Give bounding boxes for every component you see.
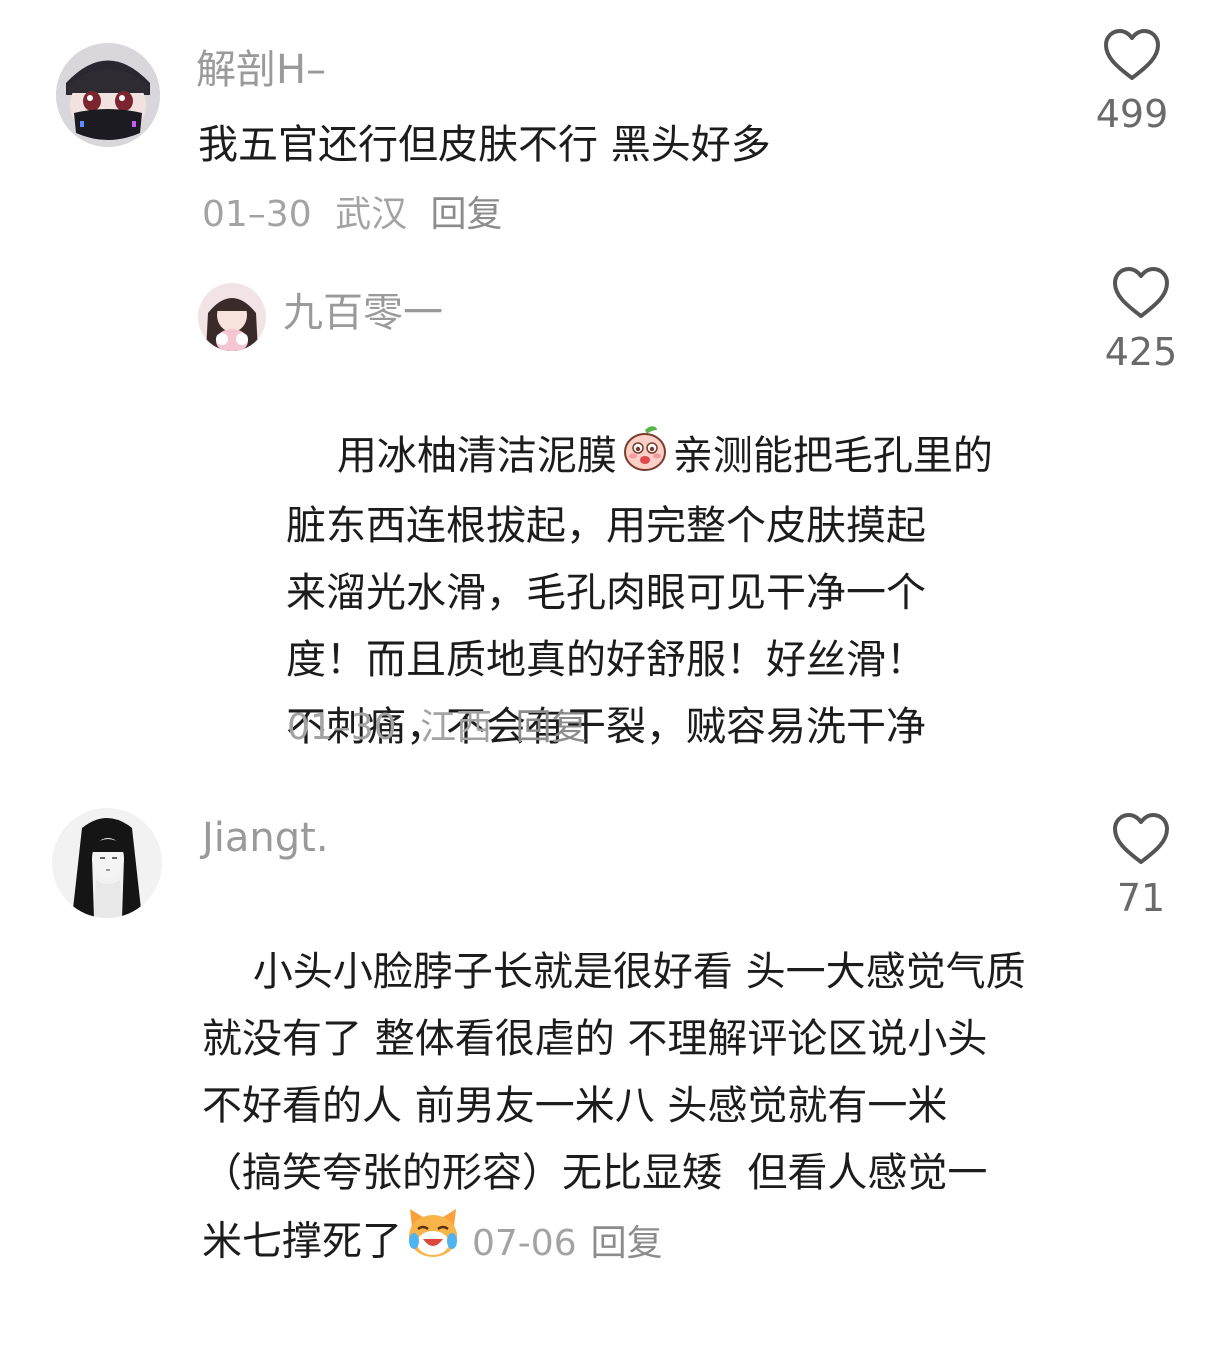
user-avatar[interactable]	[198, 283, 266, 351]
like-button[interactable]: 425	[1096, 266, 1186, 376]
heart-icon	[1113, 267, 1169, 318]
reply-button[interactable]: 回复	[516, 707, 588, 748]
heart-icon	[1104, 29, 1160, 80]
comment-text: 用冰柚清洁泥膜 亲测能把毛孔里的 脏东西连根拔起，用完整个皮肤摸起 来溜光水滑，毛…	[286, 356, 1046, 828]
comment-date: 01–30	[202, 194, 312, 235]
username[interactable]: Jiangt.	[202, 812, 329, 864]
reply-button[interactable]: 回复	[591, 1223, 663, 1264]
comment-item: 解剖H– 我五官还行但皮肤不行 黑头好多 01–30 武汉 回复 499	[0, 0, 1220, 250]
user-avatar[interactable]	[52, 808, 162, 918]
comment-location: 武汉	[335, 194, 408, 235]
username[interactable]: 九百零一	[283, 287, 443, 339]
reply-comment-item: 九百零一 用冰柚清洁泥膜 亲测能把毛孔里的 脏东西连根拔起，用完整个皮肤摸起 来溜…	[0, 250, 1220, 770]
comment-meta: 01–30 江西 回复	[287, 705, 600, 751]
like-button[interactable]: 499	[1087, 28, 1177, 138]
comment-date: 01–30	[287, 707, 397, 748]
masked-avatar-icon	[56, 43, 160, 147]
user-avatar[interactable]	[56, 43, 160, 147]
peach-shy-emoji-icon	[621, 424, 669, 493]
like-count: 425	[1104, 330, 1178, 374]
laughing-cat-emoji-icon	[406, 1207, 460, 1280]
comment-location: 江西	[420, 707, 493, 748]
comment-meta: 01–30 武汉 回复	[202, 192, 515, 238]
like-count: 71	[1116, 876, 1166, 920]
like-button[interactable]: 71	[1096, 812, 1186, 922]
sketch-girl-avatar-icon	[52, 808, 162, 918]
comment-item: Jiangt. 小头小脸脖子长就是很好看 头一大感觉气质 就没有了 整体看很虐的…	[0, 790, 1220, 1265]
comment-text: 我五官还行但皮肤不行 黑头好多	[198, 122, 771, 168]
comment-date: 07-06	[472, 1222, 577, 1264]
comment-text-part: 小头小脸脖子长就是很好看 头一大感觉气质 就没有了 整体看很虐的 不理解评论区说…	[202, 949, 1026, 1196]
comment-text-part: 亲测能把毛孔里的	[672, 433, 993, 479]
comment-text: 小头小脸脖子长就是很好看 头一大感觉气质 就没有了 整体看很虐的 不理解评论区说…	[202, 872, 1062, 1347]
like-count: 499	[1095, 92, 1169, 136]
girl-photo-avatar-icon	[198, 283, 266, 351]
username[interactable]: 解剖H–	[196, 44, 326, 96]
reply-button[interactable]: 回复	[431, 194, 503, 235]
comment-text-part: 用冰柚清洁泥膜	[336, 433, 617, 479]
comment-text-part: 米七撑死了	[202, 1218, 402, 1265]
heart-icon	[1113, 813, 1169, 864]
